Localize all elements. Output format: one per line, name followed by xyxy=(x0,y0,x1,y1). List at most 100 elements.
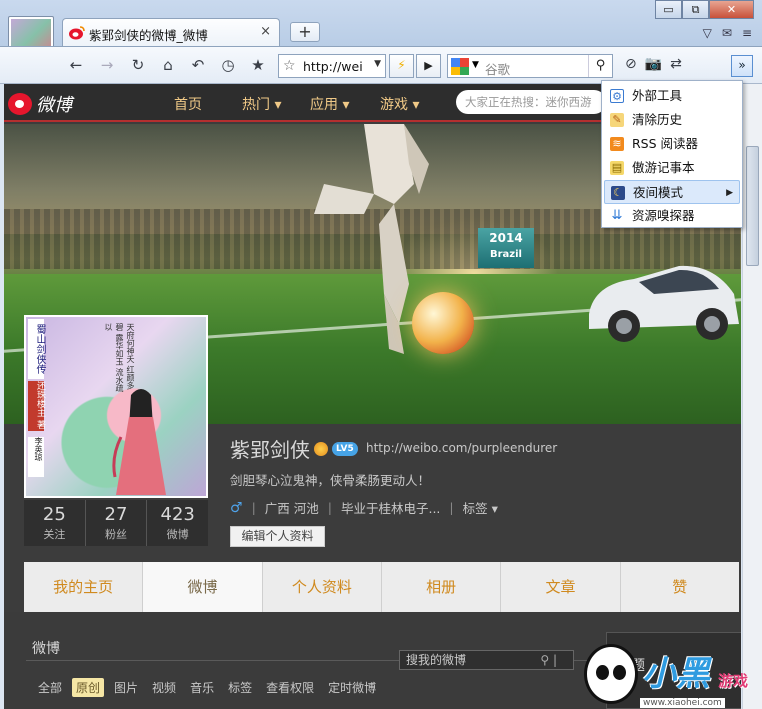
profile-meta: ♂ | 广西 河池 | 毕业于桂林电子... | 标签 ▾ xyxy=(230,498,498,517)
menu-item-external-tools[interactable]: ⚙ 外部工具 xyxy=(604,84,740,108)
nav-games[interactable]: 游戏 ▾ xyxy=(380,94,419,114)
menu-item-night-mode[interactable]: ☾ 夜间模式 ▶ xyxy=(604,180,740,204)
menu-item-clear-history[interactable]: ✎ 清除历史 xyxy=(604,108,740,132)
address-bar[interactable]: ☆ http://wei ▼ xyxy=(278,54,386,78)
glowing-football xyxy=(412,292,474,354)
refresh-icon[interactable]: ↻ xyxy=(128,56,148,74)
avatar-poem: 天府何神夭 红颜多碧 露华如玉 流水疏以 xyxy=(104,323,135,393)
search-icon[interactable]: ⚲ xyxy=(588,55,612,77)
edit-profile-button[interactable]: 编辑个人资料 xyxy=(230,526,325,547)
favorites-star-icon[interactable]: ★ xyxy=(248,56,268,74)
mail-icon[interactable]: ✉ xyxy=(722,26,732,40)
tab-likes[interactable]: 赞 xyxy=(620,562,739,612)
stat-following-label: 关注 xyxy=(43,528,66,541)
undo-icon[interactable]: ↶ xyxy=(188,56,208,74)
filter-all[interactable]: 全部 xyxy=(34,678,66,697)
nav-apps-label: 应用 xyxy=(310,97,338,113)
profile-name: 紫郢剑侠 xyxy=(230,438,310,462)
page-scrollbar[interactable] xyxy=(742,84,762,709)
xiaohei-watermark: 小黑 游戏 www.xiaohei.com xyxy=(580,636,762,709)
weibo-search-input[interactable]: 大家正在热搜：迷你西游 xyxy=(456,90,606,114)
shield-icon[interactable]: ▽ xyxy=(703,26,712,40)
weibo-logo-text: 微博 xyxy=(36,95,72,116)
filter-music[interactable]: 音乐 xyxy=(186,678,218,697)
profile-school[interactable]: 毕业于桂林电子... xyxy=(341,498,440,517)
translate-icon[interactable]: ⇄ xyxy=(670,56,682,72)
level-badge[interactable]: LV5 xyxy=(332,442,358,456)
menu-item-label: 傲游记事本 xyxy=(632,160,695,175)
stat-followers-label: 粉丝 xyxy=(105,528,127,541)
screenshot-camera-icon[interactable]: 📷 xyxy=(645,56,662,72)
weibo-favicon-icon xyxy=(69,26,85,40)
feed-search-icon[interactable]: ⚲ | xyxy=(540,651,557,669)
menu-item-rss[interactable]: ≋ RSS 阅读器 xyxy=(604,132,740,156)
stat-following[interactable]: 25 关注 xyxy=(24,500,86,546)
profile-location[interactable]: 广西 河池 xyxy=(265,498,319,517)
profile-avatar[interactable]: 蜀山剑侠传 还珠楼主 著 李英琼 天府何神夭 红颜多碧 露华如玉 流水疏以 xyxy=(24,315,208,498)
profile-bio: 剑胆琴心泣鬼神，侠骨柔肠更动人！ xyxy=(230,473,431,488)
bookmark-star-icon[interactable]: ☆ xyxy=(283,58,296,74)
nav-hot-label: 热门 xyxy=(242,97,270,113)
history-clock-icon[interactable]: ◷ xyxy=(218,56,238,74)
filter-videos[interactable]: 视频 xyxy=(148,678,180,697)
scrollbar-thumb[interactable] xyxy=(746,146,759,266)
menu-item-label: 资源嗅探器 xyxy=(632,208,695,223)
stat-followers-num: 27 xyxy=(104,504,128,525)
menu-icon[interactable]: ≡ xyxy=(742,26,752,40)
tab-my-home[interactable]: 我的主页 xyxy=(24,562,144,612)
profile-tags[interactable]: 标签 ▾ xyxy=(463,498,498,517)
external-tools-icon: ⚙ xyxy=(610,89,624,103)
tab-weibo[interactable]: 微博 xyxy=(143,562,263,612)
minimize-button[interactable]: ▭ xyxy=(655,0,682,19)
menu-item-notepad[interactable]: ▤ 傲游记事本 xyxy=(604,156,740,180)
new-tab-button[interactable]: + xyxy=(290,22,320,42)
weibo-logo[interactable]: 微博 xyxy=(8,91,72,117)
menu-item-resource-sniffer[interactable]: ⇊ 资源嗅探器 xyxy=(604,204,740,228)
search-engine-dropdown-icon[interactable]: ▼ xyxy=(472,60,479,70)
car-illustration xyxy=(589,265,739,342)
menu-item-label: 外部工具 xyxy=(632,88,683,103)
filter-tags[interactable]: 标签 xyxy=(224,678,256,697)
tab-title: 紫郢剑侠的微博_微博 xyxy=(89,28,208,43)
meta-separator: | xyxy=(251,500,256,515)
filter-scheduled[interactable]: 定时微博 xyxy=(324,678,380,697)
stat-followers[interactable]: 27 粉丝 xyxy=(86,500,148,546)
browser-tab[interactable]: 紫郢剑侠的微博_微博 × xyxy=(62,18,280,46)
titlebar-right-icons: ▽ ✉ ≡ xyxy=(703,26,752,40)
nav-hot[interactable]: 热门 ▾ xyxy=(242,94,281,114)
sign-year: 2014 xyxy=(489,231,523,245)
filter-permissions[interactable]: 查看权限 xyxy=(262,678,318,697)
forward-arrow-icon[interactable]: → xyxy=(97,56,117,74)
google-icon[interactable] xyxy=(451,58,469,75)
member-heart-icon[interactable] xyxy=(314,442,328,456)
restore-button[interactable]: ⧉ xyxy=(682,0,709,19)
tools-dropdown-menu: ⚙ 外部工具 ✎ 清除历史 ≋ RSS 阅读器 ▤ 傲游记事本 ☾ 夜间模式 ▶… xyxy=(601,80,743,228)
no-image-icon[interactable]: ⊘ xyxy=(625,56,637,72)
back-arrow-icon[interactable]: ← xyxy=(66,56,86,74)
feed-search-placeholder: 搜我的微博 xyxy=(406,653,467,667)
tab-close-icon[interactable]: × xyxy=(260,24,271,39)
filter-images[interactable]: 图片 xyxy=(110,678,142,697)
search-placeholder: 谷歌 xyxy=(485,62,511,77)
home-icon[interactable]: ⌂ xyxy=(158,56,178,74)
filter-original[interactable]: 原创 xyxy=(72,678,105,697)
close-window-button[interactable]: ✕ xyxy=(709,0,754,19)
tab-profile-info[interactable]: 个人资料 xyxy=(262,562,382,612)
go-arrow-icon[interactable]: ▶ xyxy=(416,54,441,78)
feed-search-input[interactable]: 搜我的微博 ⚲ | xyxy=(399,650,574,670)
sign-country: Brazil xyxy=(490,249,522,260)
stat-posts-num: 423 xyxy=(160,504,195,525)
panda-logo-icon xyxy=(584,644,638,704)
tab-album[interactable]: 相册 xyxy=(381,562,502,612)
nav-apps[interactable]: 应用 ▾ xyxy=(310,94,349,114)
stat-posts[interactable]: 423 微博 xyxy=(147,500,208,546)
lightning-icon[interactable]: ⚡ xyxy=(389,54,414,78)
search-box[interactable]: ▼ 谷歌 ⚲ xyxy=(447,54,613,78)
browser-titlebar: 紫郢剑侠的微博_微博 × + ▭ ⧉ ✕ ▽ ✉ ≡ xyxy=(0,0,762,60)
profile-url-link[interactable]: http://weibo.com/purpleendurer xyxy=(366,441,557,455)
tab-articles[interactable]: 文章 xyxy=(501,562,621,612)
address-dropdown-icon[interactable]: ▼ xyxy=(374,59,381,69)
resource-sniffer-icon: ⇊ xyxy=(611,208,623,223)
nav-home[interactable]: 首页 xyxy=(174,94,202,114)
more-tools-chevron-icon[interactable]: » xyxy=(731,55,753,77)
